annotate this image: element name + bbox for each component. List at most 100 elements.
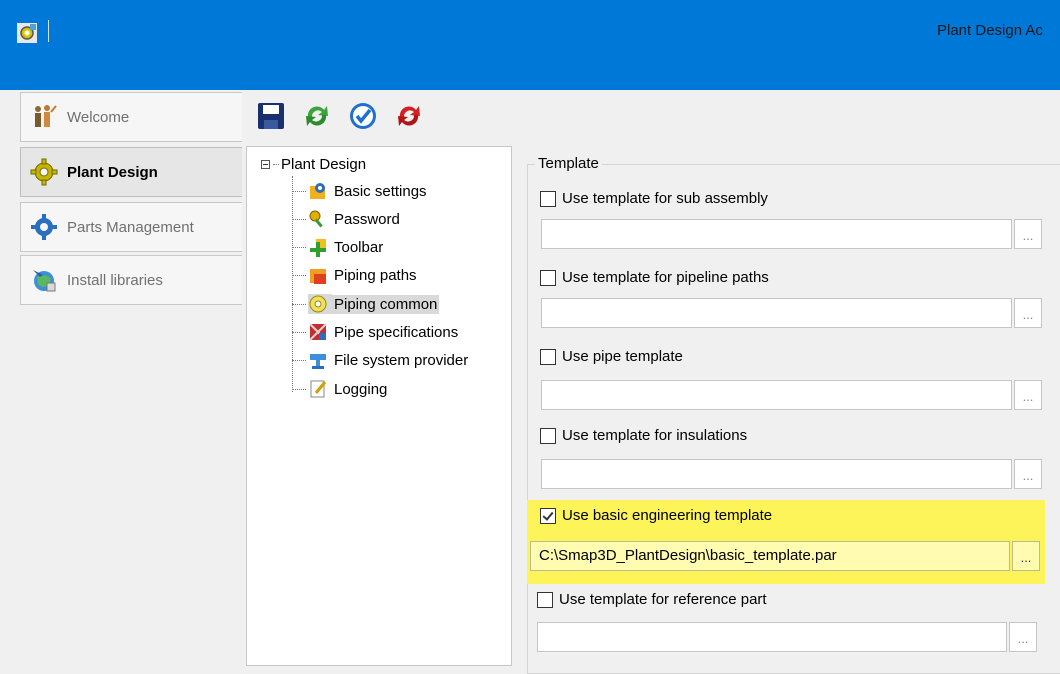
tree-item-toolbar[interactable]: Toolbar xyxy=(292,235,385,259)
basic-engineering-path-field[interactable]: C:\Smap3D_PlantDesign\basic_template.par xyxy=(530,541,1010,571)
insulations-label: Use template for insulations xyxy=(562,427,748,444)
tree-connector xyxy=(292,190,306,192)
pipeline-paths-browse-button[interactable]: ... xyxy=(1014,298,1042,328)
install-globe-icon xyxy=(27,263,61,297)
insulations-path-row: ... xyxy=(541,459,1042,489)
pipe-template-path-field[interactable] xyxy=(541,380,1012,410)
pipeline-paths-option[interactable]: Use template for pipeline paths xyxy=(540,269,769,286)
pipe-template-checkbox[interactable] xyxy=(540,348,556,365)
nav-item-label: Welcome xyxy=(67,108,130,126)
pipeline-paths-checkbox[interactable] xyxy=(540,269,556,286)
parts-gear-icon xyxy=(27,210,61,244)
tree-item-label: Piping paths xyxy=(334,266,417,284)
tree-connector xyxy=(273,164,279,165)
tree-item-label: Logging xyxy=(334,380,388,398)
reference-part-path-field[interactable] xyxy=(537,622,1007,652)
tree-item-pipe-specifications[interactable]: Pipe specifications xyxy=(292,320,460,344)
left-nav: Welcome Plant Design Parts Management In… xyxy=(20,92,244,666)
file-system-icon xyxy=(308,350,328,370)
piping-paths-icon xyxy=(308,265,328,285)
nav-item-label: Install libraries xyxy=(67,271,163,289)
tree-item-label: Password xyxy=(334,210,400,228)
basic-engineering-checkbox[interactable] xyxy=(540,507,556,524)
reference-part-browse-button[interactable]: ... xyxy=(1009,622,1037,652)
pipeline-paths-path-row: ... xyxy=(541,298,1042,328)
pipeline-paths-path-field[interactable] xyxy=(541,298,1012,328)
insulations-path-field[interactable] xyxy=(541,459,1012,489)
tree-connector xyxy=(292,331,306,333)
settings-tree: Plant Design Basic settings Password Too… xyxy=(246,146,512,666)
nav-item-label: Parts Management xyxy=(67,218,194,236)
tree-item-logging[interactable]: Logging xyxy=(292,377,389,401)
password-key-icon xyxy=(308,209,328,229)
tree-item-label: File system provider xyxy=(334,351,469,369)
plant-design-gear-icon xyxy=(27,155,61,189)
tree-root-label: Plant Design xyxy=(281,156,367,173)
tree-connector xyxy=(292,218,306,220)
insulations-checkbox[interactable] xyxy=(540,427,556,444)
tree-item-label: Piping common xyxy=(332,294,440,314)
nav-item-plant-design[interactable]: Plant Design xyxy=(20,147,242,197)
sub-assembly-path-row: ... xyxy=(541,219,1042,249)
pipe-specifications-icon xyxy=(308,322,328,342)
tree-connector xyxy=(292,303,306,305)
nav-item-label: Plant Design xyxy=(67,163,158,181)
pipe-template-option[interactable]: Use pipe template xyxy=(540,348,683,365)
collapse-icon[interactable] xyxy=(261,160,270,169)
title-bar: Plant Design Ac xyxy=(0,0,1060,90)
sub-assembly-path-field[interactable] xyxy=(541,219,1012,249)
toolbar-icon xyxy=(308,237,328,257)
window-title: Plant Design Ac xyxy=(937,22,1043,39)
tree-item-basic-settings[interactable]: Basic settings xyxy=(292,179,429,203)
save-button[interactable] xyxy=(254,100,288,134)
tree-connector xyxy=(292,274,306,276)
insulations-browse-button[interactable]: ... xyxy=(1014,459,1042,489)
tree-item-label: Pipe specifications xyxy=(334,323,459,341)
reference-part-label: Use template for reference part xyxy=(559,591,767,608)
sub-assembly-checkbox[interactable] xyxy=(540,190,556,207)
apply-check-icon xyxy=(348,101,378,134)
apply-button[interactable] xyxy=(346,100,380,134)
pipe-template-browse-button[interactable]: ... xyxy=(1014,380,1042,410)
basic-engineering-option[interactable]: Use basic engineering template xyxy=(540,507,772,524)
template-group-title: Template xyxy=(535,155,602,172)
reset-button[interactable] xyxy=(392,100,426,134)
sub-assembly-browse-button[interactable]: ... xyxy=(1014,219,1042,249)
tree-connector xyxy=(292,246,306,248)
toolbar xyxy=(254,100,426,140)
basic-settings-icon xyxy=(308,181,328,201)
nav-item-welcome[interactable]: Welcome xyxy=(20,92,242,142)
tree-root[interactable]: Plant Design xyxy=(261,156,366,173)
logging-icon xyxy=(308,379,328,399)
nav-item-parts-management[interactable]: Parts Management xyxy=(20,202,242,252)
reference-part-checkbox[interactable] xyxy=(537,591,553,608)
refresh-button[interactable] xyxy=(300,100,334,134)
pipeline-paths-label: Use template for pipeline paths xyxy=(562,269,769,286)
reset-red-icon xyxy=(394,101,424,134)
tree-item-piping-common[interactable]: Piping common xyxy=(292,292,440,316)
sub-assembly-option[interactable]: Use template for sub assembly xyxy=(540,190,768,207)
tree-item-file-system-provider[interactable]: File system provider xyxy=(292,348,470,372)
reference-part-path-row: ... xyxy=(537,622,1037,652)
pipe-template-label: Use pipe template xyxy=(562,348,683,365)
nav-item-install-libraries[interactable]: Install libraries xyxy=(20,255,242,305)
welcome-people-icon xyxy=(27,100,61,134)
title-separator xyxy=(48,20,49,42)
piping-common-icon xyxy=(308,294,332,314)
reference-part-option[interactable]: Use template for reference part xyxy=(537,591,767,608)
tree-item-label: Toolbar xyxy=(334,238,384,256)
insulations-option[interactable]: Use template for insulations xyxy=(540,427,747,444)
pipe-template-path-row: ... xyxy=(541,380,1042,410)
tree-item-password[interactable]: Password xyxy=(292,207,402,231)
sub-assembly-label: Use template for sub assembly xyxy=(562,190,768,207)
tree-connector xyxy=(292,388,306,390)
tree-connector xyxy=(292,359,306,361)
basic-engineering-label: Use basic engineering template xyxy=(562,507,773,524)
save-icon xyxy=(256,101,286,134)
basic-engineering-browse-button[interactable]: ... xyxy=(1012,541,1040,571)
app-gear-icon[interactable] xyxy=(16,22,38,44)
tree-item-piping-paths[interactable]: Piping paths xyxy=(292,263,419,287)
refresh-green-icon xyxy=(302,101,332,134)
tree-item-label: Basic settings xyxy=(334,182,427,200)
basic-engineering-path-row: C:\Smap3D_PlantDesign\basic_template.par… xyxy=(530,541,1040,571)
